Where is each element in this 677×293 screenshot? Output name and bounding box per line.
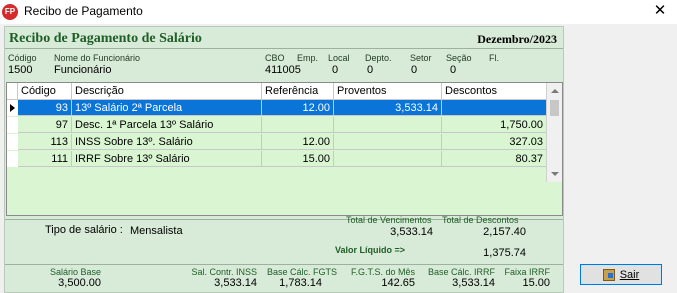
cell-referencia <box>262 117 334 133</box>
cell-descricao: Desc. 1ª Parcela 13º Salário <box>72 117 262 133</box>
depto-value: 0 <box>367 64 374 76</box>
app-logo-icon: FP <box>2 4 18 20</box>
cell-proventos <box>334 117 442 133</box>
cell-descricao: IRRF Sobre 13º Salário <box>72 151 262 167</box>
total-descontos-label: Total de Descontos <box>442 215 519 225</box>
table-row[interactable]: 93 13º Salário 2ª Parcela 12.00 3,533.14 <box>7 100 547 117</box>
cell-proventos <box>334 151 442 167</box>
table-row[interactable]: 113 INSS Sobre 13º. Salário 12.00 327.03 <box>7 134 547 151</box>
current-row-arrow-icon <box>10 104 15 112</box>
codigo-label: Código <box>8 53 37 63</box>
page-title: Recibo de Pagamento de Salário <box>9 31 202 46</box>
cell-codigo: 93 <box>18 100 72 116</box>
nome-label: Nome do Funcionário <box>54 53 141 63</box>
fgts-mes-value: 142.65 <box>381 277 415 289</box>
header-divider <box>5 48 563 49</box>
cell-descricao: INSS Sobre 13º. Salário <box>72 134 262 150</box>
window-title: Recibo de Pagamento <box>24 4 143 18</box>
col-header-codigo[interactable]: Código <box>18 83 72 100</box>
col-header-proventos[interactable]: Proventos <box>334 83 442 100</box>
codigo-value: 1500 <box>8 64 33 76</box>
secao-label: Seção <box>446 53 472 63</box>
cbo-value: 411005 <box>265 64 301 76</box>
faixa-irrf-value: 15.00 <box>522 277 550 289</box>
base-calc-fgts-label: Base Cálc. FGTS <box>266 267 337 277</box>
faixa-irrf-label: Faixa IRRF <box>504 267 550 277</box>
cell-descontos: 327.03 <box>442 134 547 150</box>
window-titlebar: FP Recibo de Pagamento ✕ <box>0 0 677 24</box>
row-indicator <box>7 100 18 116</box>
row-indicator <box>7 134 18 150</box>
sair-button[interactable]: Sair <box>580 264 662 285</box>
salario-base-label: Salário Base <box>49 267 101 277</box>
col-header-referencia[interactable]: Referência <box>262 83 334 100</box>
local-value: 0 <box>332 64 339 76</box>
scroll-down-arrow-icon[interactable] <box>551 172 559 176</box>
cell-referencia: 12.00 <box>262 100 334 116</box>
scroll-thumb[interactable] <box>550 100 559 116</box>
cell-descontos: 80.37 <box>442 151 547 167</box>
exit-door-icon <box>602 268 615 281</box>
setor-value: 0 <box>411 64 418 76</box>
receipt-panel: Recibo de Pagamento de Salário Dezembro/… <box>4 26 564 293</box>
local-label: Local <box>328 53 350 63</box>
grid-vertical-scrollbar[interactable] <box>546 83 562 182</box>
total-vencimentos-value: 3,533.14 <box>390 226 433 238</box>
grid-header-indicator <box>7 83 18 100</box>
emp-label: Emp. <box>297 53 319 63</box>
close-icon[interactable]: ✕ <box>643 0 677 24</box>
bases-divider <box>5 264 563 265</box>
nome-value: Funcionário <box>54 64 112 76</box>
sal-contr-inss-label: Sal. Contr. INSS <box>191 267 257 277</box>
sal-contr-inss-value: 3,533.14 <box>214 277 257 289</box>
fl-label: Fl. <box>489 53 499 63</box>
row-indicator <box>7 151 18 167</box>
scroll-up-arrow-icon[interactable] <box>551 89 559 93</box>
total-vencimentos-label: Total de Vencimentos <box>346 215 432 225</box>
cell-codigo: 113 <box>18 134 72 150</box>
salario-base-value: 3,500.00 <box>58 277 101 289</box>
period-label: Dezembro/2023 <box>477 32 557 46</box>
cell-referencia: 12.00 <box>262 134 334 150</box>
valor-liquido-value: 1,375.74 <box>483 247 526 259</box>
valor-liquido-label: Valor Líquido => <box>335 245 406 255</box>
table-row[interactable]: 97 Desc. 1ª Parcela 13º Salário 1,750.00 <box>7 117 547 134</box>
cell-proventos <box>334 134 442 150</box>
base-calc-irrf-value: 3,533.14 <box>452 277 495 289</box>
tipo-salario-label: Tipo de salário : <box>45 224 123 236</box>
cell-referencia: 15.00 <box>262 151 334 167</box>
cell-codigo: 97 <box>18 117 72 133</box>
grid-header: Código Descrição Referência Proventos De… <box>7 83 547 100</box>
col-header-descricao[interactable]: Descrição <box>72 83 262 100</box>
col-header-descontos[interactable]: Descontos <box>442 83 547 100</box>
cell-codigo: 111 <box>18 151 72 167</box>
payroll-items-grid[interactable]: Código Descrição Referência Proventos De… <box>6 82 563 216</box>
cell-descricao: 13º Salário 2ª Parcela <box>72 100 262 116</box>
base-calc-irrf-label: Base Cálc. IRRF <box>427 267 495 277</box>
base-calc-fgts-value: 1,783.14 <box>279 277 322 289</box>
tipo-salario-value: Mensalista <box>130 225 183 237</box>
fgts-mes-label: F.G.T.S. do Mês <box>350 267 415 277</box>
row-indicator <box>7 117 18 133</box>
secao-value: 0 <box>450 64 457 76</box>
cell-descontos: 1,750.00 <box>442 117 547 133</box>
total-descontos-value: 2,157.40 <box>483 226 526 238</box>
setor-label: Setor <box>410 53 432 63</box>
cell-proventos: 3,533.14 <box>334 100 442 116</box>
table-row[interactable]: 111 IRRF Sobre 13º Salário 15.00 80.37 <box>7 151 547 168</box>
sair-button-label: Sair <box>619 268 640 281</box>
cell-descontos <box>442 100 547 116</box>
cbo-label: CBO <box>265 53 285 63</box>
depto-label: Depto. <box>365 53 392 63</box>
